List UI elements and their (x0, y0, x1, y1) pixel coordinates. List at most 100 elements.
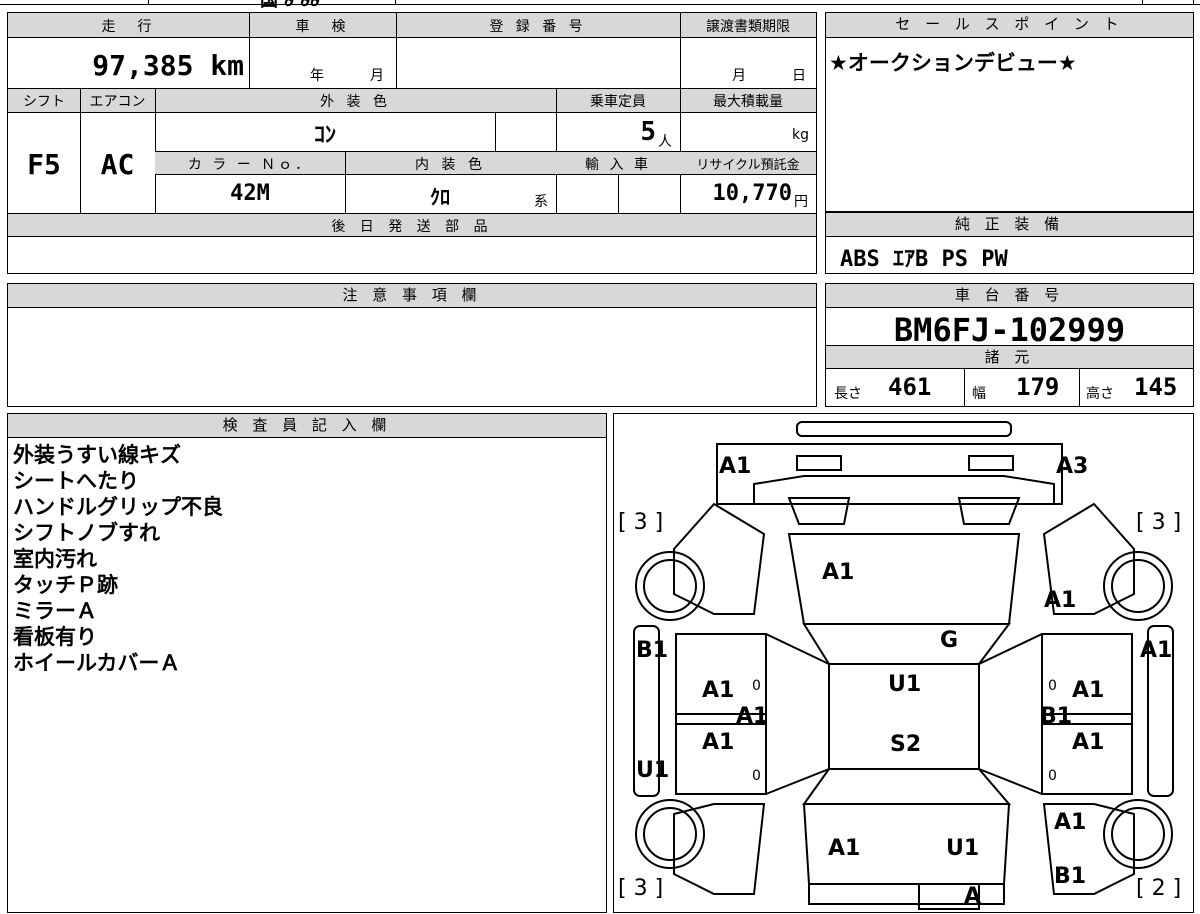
equipment-box: 純 正 装 備 ABS ｴｱB PS PW (825, 212, 1194, 274)
mileage-value: 97,385 km (92, 49, 244, 82)
mark-right-side: A1 (1140, 638, 1173, 663)
mark-zero-rf: 0 (1048, 678, 1057, 694)
chassis-header: 車 台 番 号 (826, 284, 1193, 308)
capacity-unit: 人 (658, 134, 672, 150)
length-label: 長さ (834, 386, 862, 402)
mark-bracket-tl: [ 3 ] (618, 510, 664, 535)
inspector-line: 室内汚れ (13, 547, 97, 571)
top-cut-text: 国 ∂ ∂∂ (260, 0, 320, 11)
interior-color-header: 内 装 色 (415, 157, 486, 173)
car-diagram: A1 A3 [ 3 ] [ 3 ] A1 A1 G B1 A1 U1 A1 0 … (613, 413, 1194, 913)
inspector-lines: 外装うすい線キズ シートへたり ハンドルグリップ不良 シフトノブすれ 室内汚れ … (13, 442, 223, 676)
inspector-line: シフトノブすれ (13, 521, 160, 545)
inspector-line: シートへたり (13, 469, 139, 493)
spec-table: 走 行 車 検 登 録 番 号 譲渡書類期限 97,385 km 年 月 月 日… (7, 12, 817, 274)
equipment-header: 純 正 装 備 (826, 213, 1193, 237)
mark-rr-door: A1 (1072, 730, 1105, 755)
mark-right-rear: B1 (1054, 864, 1087, 889)
mark-bracket-br: [ 2 ] (1136, 876, 1182, 901)
mark-right-fender: A1 (1044, 588, 1077, 613)
registration-header: 登 録 番 号 (489, 19, 587, 35)
sales-point-header: セ ー ル ス ポ イ ン ト (826, 13, 1193, 38)
inspector-line: タッチＰ跡 (13, 573, 118, 597)
inspector-line: ミラーＡ (13, 599, 97, 623)
dimensions-header: 諸 元 (826, 345, 1193, 369)
top-strip-line (0, 4, 1200, 5)
height-label: 高さ (1086, 386, 1114, 402)
interior-color-value: ｸﾛ (430, 185, 450, 209)
top-divider (148, 0, 149, 5)
inspector-line: 外装うすい線キズ (13, 443, 181, 467)
exterior-color-header: 外 装 色 (320, 94, 391, 110)
inspection-header: 車 検 (295, 19, 350, 35)
mark-front-left: A1 (719, 454, 752, 479)
chassis-box: 車 台 番 号 BM6FJ-102999 諸 元 長さ 461 幅 179 高さ… (825, 283, 1194, 407)
later-parts-header: 後 日 発 送 部 品 (331, 219, 493, 235)
max-load-header: 最大積載量 (713, 94, 783, 110)
inspection-year: 年 (310, 68, 324, 84)
mark-seat: S2 (890, 732, 922, 757)
color-no-value: 42M (230, 181, 270, 206)
aircon-value: AC (100, 148, 135, 181)
mark-lf-door-center: A1 (736, 704, 769, 729)
mark-right-quarter: A1 (1054, 810, 1087, 835)
shift-header: シフト (23, 94, 65, 110)
mark-left-side: B1 (636, 638, 669, 663)
inspector-line: 看板有り (13, 625, 97, 649)
width-value: 179 (1016, 373, 1060, 401)
recycle-unit: 円 (794, 194, 808, 210)
recycle-header: リサイクル預託金 (696, 158, 800, 173)
interior-suffix: 系 (534, 194, 548, 210)
mark-windshield: G (940, 628, 959, 653)
divider (964, 369, 965, 407)
divider (495, 113, 496, 151)
inspector-line: ホイールカバーＡ (13, 651, 181, 675)
shift-value: F5 (27, 148, 61, 181)
mark-bracket-bl: [ 3 ] (618, 876, 664, 901)
deadline-month: 月 (732, 68, 746, 84)
mark-left-rocker: U1 (636, 758, 670, 783)
mark-zero-rr: 0 (1048, 768, 1057, 784)
mark-zero-lr: 0 (752, 768, 761, 784)
color-no-header: カ ラ ー Ｎｏ． (187, 157, 313, 173)
mark-zero-lf: 0 (752, 678, 761, 694)
width-label: 幅 (972, 386, 986, 402)
notes-header: 注 意 事 項 欄 (8, 284, 816, 308)
top-divider (1193, 0, 1194, 5)
mark-lf-door: A1 (702, 678, 735, 703)
mileage-header: 走 行 (101, 19, 156, 35)
equipment-text: ABS ｴｱB PS PW (840, 247, 1008, 272)
mark-front-right: A3 (1056, 454, 1089, 479)
notes-box: 注 意 事 項 欄 (7, 283, 817, 407)
car-outline-svg (633, 421, 1174, 910)
exterior-color-value: ｺﾝ (313, 123, 336, 148)
mark-trunk-right: U1 (946, 836, 980, 861)
mark-lr-door: A1 (702, 730, 735, 755)
transfer-deadline-header: 譲渡書類期限 (706, 19, 790, 35)
inspector-box: 検 査 員 記 入 欄 外装うすい線キズ シートへたり ハンドルグリップ不良 シ… (7, 413, 607, 913)
mark-bracket-tr: [ 3 ] (1136, 510, 1182, 535)
inspector-header: 検 査 員 記 入 欄 (8, 414, 606, 438)
mark-rf-door: A1 (1072, 678, 1105, 703)
capacity-header: 乗車定員 (590, 94, 646, 110)
height-value: 145 (1134, 373, 1178, 401)
mark-trunk-left: A1 (828, 836, 861, 861)
mark-hood: A1 (822, 560, 855, 585)
length-value: 461 (888, 373, 932, 401)
inspection-month: 月 (370, 68, 384, 84)
sales-point-box: セ ー ル ス ポ イ ン ト ★オークションデビュー★ (825, 12, 1194, 212)
mark-roof: U1 (888, 672, 922, 697)
divider (618, 175, 619, 213)
top-divider (395, 0, 396, 5)
sales-point-text: ★オークションデビュー★ (829, 51, 1077, 75)
recycle-value: 10,770 (712, 181, 792, 206)
mark-rear-bumper: A (964, 884, 982, 909)
divider (1079, 369, 1080, 407)
load-unit: kg (792, 127, 809, 143)
mark-rf-door-center: B1 (1040, 704, 1073, 729)
aircon-header: エアコン (89, 94, 146, 110)
capacity-value: 5 (640, 117, 656, 147)
chassis-number: BM6FJ-102999 (893, 311, 1126, 349)
inspector-line: ハンドルグリップ不良 (13, 495, 223, 519)
top-divider (1142, 0, 1143, 5)
